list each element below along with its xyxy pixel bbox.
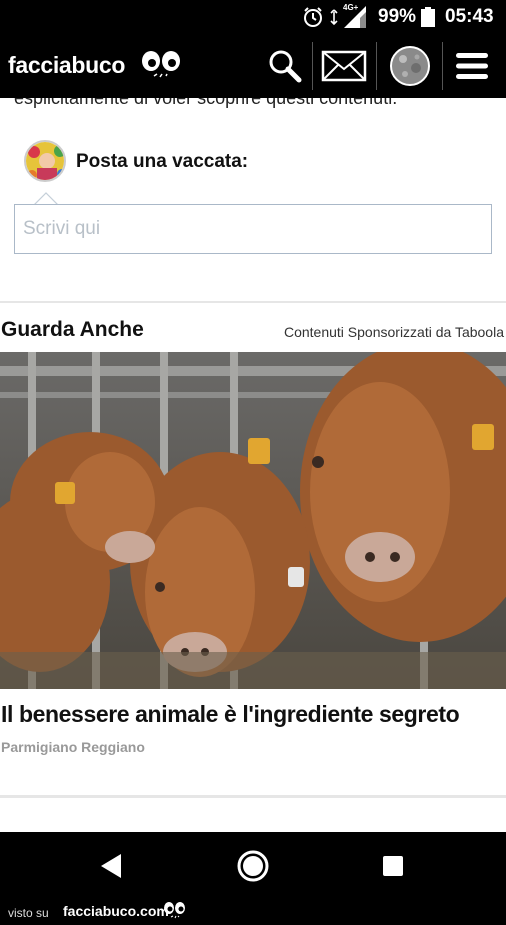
home-icon [237,850,269,882]
comment-input[interactable] [14,204,492,254]
profile-button[interactable] [384,42,436,90]
watermark-prefix: visto su [8,906,49,920]
article-title[interactable]: Il benessere animale è l'ingrediente seg… [1,701,460,728]
search-button[interactable] [262,42,308,90]
post-prompt-label: Posta una vaccata: [76,151,249,172]
site-logo[interactable]: facciabuco [8,52,125,79]
main-content: esplicitamente di voler scoprire questi … [0,98,506,832]
battery-icon [421,7,435,27]
recents-icon [383,856,403,876]
divider [0,795,506,798]
network-type-label: 4G+ [343,3,359,12]
watermark: visto su facciabuco.com [0,898,506,925]
profile-avatar-icon [390,46,430,86]
watermark-eyes-icon [164,902,185,919]
article-source[interactable]: Parmigiano Reggiano [1,739,145,755]
menu-button[interactable] [450,42,494,90]
section-title: Guarda Anche [1,318,144,341]
header-separator [376,42,377,90]
alarm-clock-icon [304,7,322,27]
avatar-image [26,142,64,180]
mail-icon [321,50,367,82]
battery-percent: 99% [378,6,417,27]
article-image[interactable] [0,352,506,689]
divider [0,301,506,303]
watermark-site: facciabuco.com [63,903,169,919]
logo-eyes-icon [142,51,180,78]
menu-icon [456,53,488,79]
cut-off-text: esplicitamente di voler scoprire questi … [14,98,398,108]
clock: 05:43 [445,6,494,27]
recents-button[interactable] [373,846,413,886]
home-button[interactable] [233,846,273,886]
header-separator [312,42,313,90]
back-button[interactable] [92,846,132,886]
search-icon [269,50,302,83]
header-separator [442,42,443,90]
app-header: facciabuco [0,34,506,98]
user-avatar [24,140,66,182]
status-bar: 4G+ 99% 05:43 [0,0,506,34]
navigation-bar [0,832,506,898]
back-icon [101,854,121,878]
sponsor-link[interactable]: Contenuti Sponsorizzati da Taboola [284,324,504,340]
messages-button[interactable] [318,42,370,90]
